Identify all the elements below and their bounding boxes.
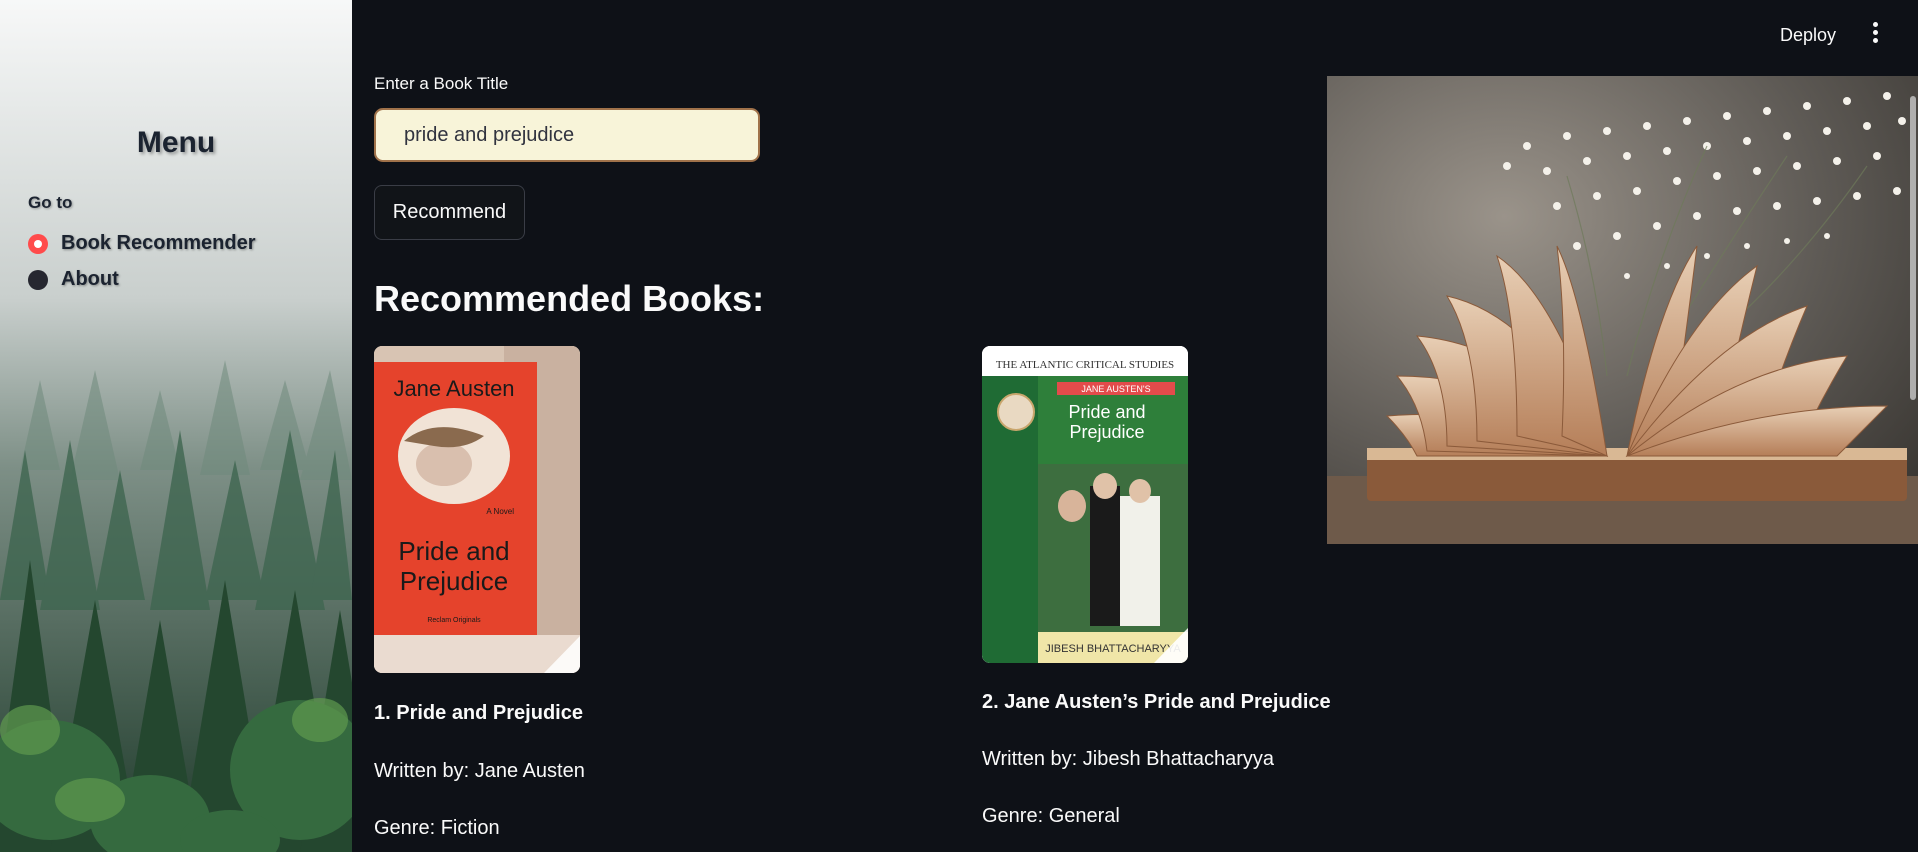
nav-option-book-recommender[interactable]: Book Recommender [28,232,256,255]
cover-publisher-text: Reclam Originals [427,617,481,624]
book-genre: Genre: Fiction [374,817,500,839]
sidebar: Menu Go to Book Recommender About [0,0,352,852]
cover-title-line: Pride and [1068,402,1145,422]
radio-unselected-icon [28,269,48,290]
cover-author-text: JIBESH BHATTACHARYYA [1045,643,1181,655]
nav-option-about[interactable]: About [28,268,119,291]
recommend-button[interactable]: Recommend [374,185,525,240]
cover-tag-text: A Novel [486,507,514,516]
page-scrollbar[interactable] [1910,96,1916,400]
cover-banner-text: JANE AUSTEN'S [1081,384,1150,394]
book-title-label: Enter a Book Title [374,74,509,93]
nav-option-label: About [61,268,119,290]
radio-selected-icon [28,233,48,254]
book-genre: Genre: General [982,805,1120,827]
book-title-input[interactable] [374,108,760,162]
book-author: Written by: Jane Austen [374,760,585,782]
radio-group-label: Go to [28,193,73,212]
book-cover-image: THE ATLANTIC CRITICAL STUDIES JANE AUSTE… [982,346,1188,663]
cover-title-line: Prejudice [400,566,508,596]
app-root: Menu Go to Book Recommender About Deploy… [0,0,1918,852]
kebab-menu-icon[interactable] [1866,22,1884,48]
deploy-button[interactable]: Deploy [1772,20,1844,50]
cover-title-line: Prejudice [1069,422,1144,442]
book-title: 2. Jane Austen’s Pride and Prejudice [982,691,1331,713]
recommended-books-heading: Recommended Books: [374,278,765,319]
hero-open-book-image [1327,76,1918,544]
cover-title-line: Pride and [398,536,509,566]
book-title: 1. Pride and Prejudice [374,702,583,724]
book-author: Written by: Jibesh Bhattacharyya [982,748,1274,770]
book-cover-image: Jane Austen A Novel Pride and Prejudice … [374,346,580,673]
sidebar-title: Menu [136,126,216,159]
nav-option-label: Book Recommender [61,232,256,254]
cover-author-text: Jane Austen [393,376,514,401]
cover-series-text: THE ATLANTIC CRITICAL STUDIES [996,359,1174,371]
